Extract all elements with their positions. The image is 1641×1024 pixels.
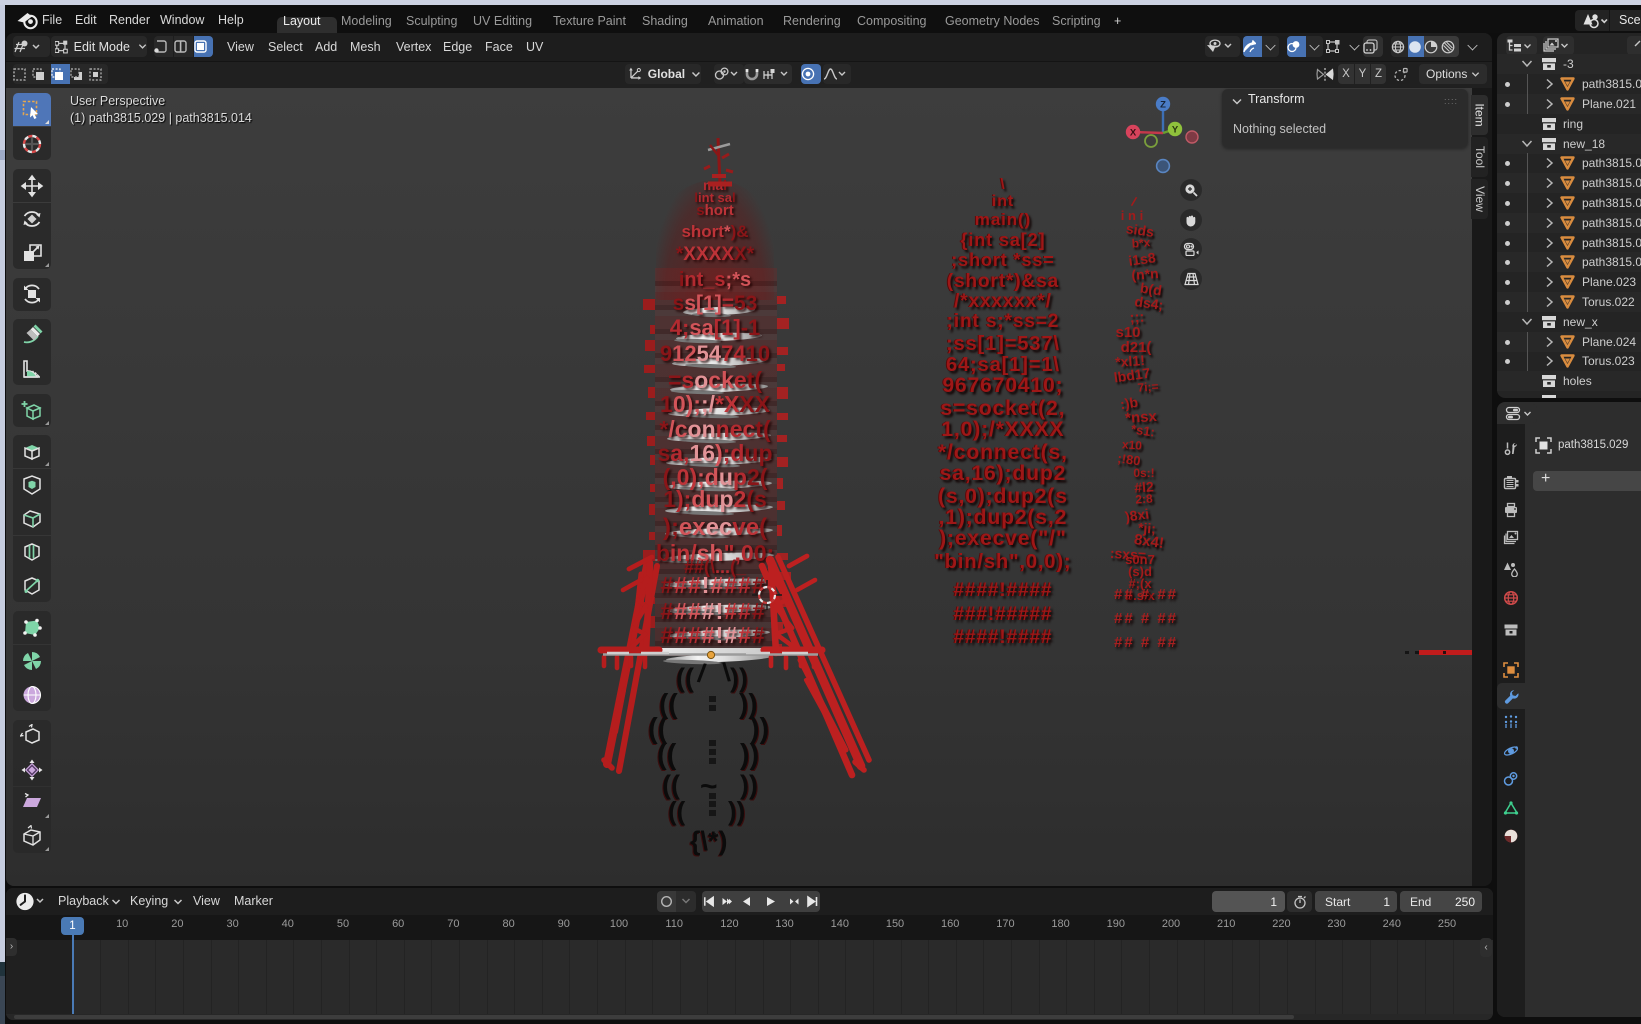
svg-text:Y: Y (1172, 125, 1179, 136)
svg-text:X: X (1130, 128, 1137, 139)
svg-text:Z: Z (1160, 100, 1166, 111)
